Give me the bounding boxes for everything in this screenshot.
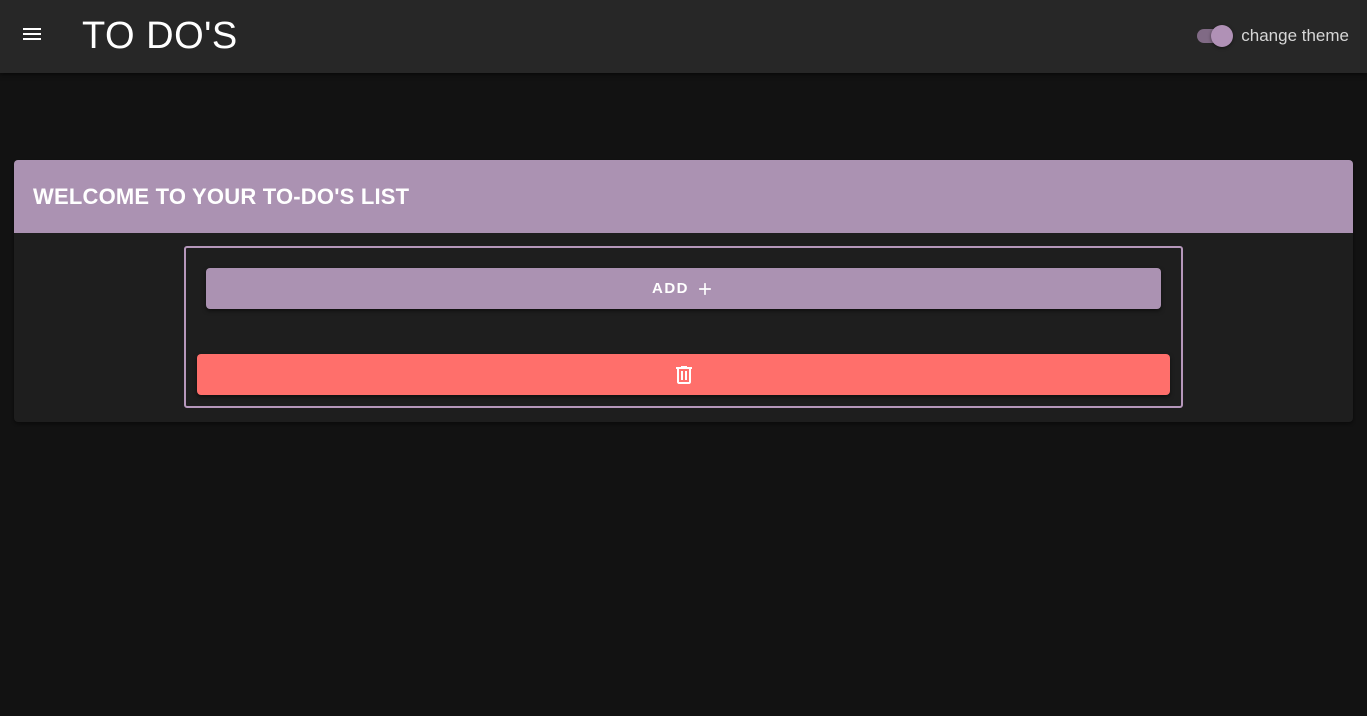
menu-icon — [20, 22, 44, 51]
menu-button[interactable] — [12, 18, 52, 54]
todo-card: WELCOME TO YOUR TO-DO'S LIST ADD — [14, 160, 1353, 422]
app-title: TO DO'S — [82, 15, 238, 57]
theme-toggle-label: change theme — [1241, 26, 1349, 45]
add-button-label: ADD — [652, 280, 689, 297]
card-header: WELCOME TO YOUR TO-DO'S LIST — [14, 160, 1353, 233]
plus-icon — [695, 279, 715, 299]
theme-switch[interactable] — [1191, 22, 1237, 50]
add-button[interactable]: ADD — [206, 268, 1161, 309]
trash-icon — [672, 363, 696, 387]
delete-button[interactable] — [197, 354, 1170, 395]
app-bar: TO DO'S change theme — [0, 0, 1367, 73]
theme-toggle[interactable]: change theme — [1191, 22, 1349, 50]
switch-thumb[interactable] — [1211, 25, 1234, 47]
card-title: WELCOME TO YOUR TO-DO'S LIST — [33, 183, 410, 209]
todo-list-container: ADD — [184, 246, 1183, 408]
